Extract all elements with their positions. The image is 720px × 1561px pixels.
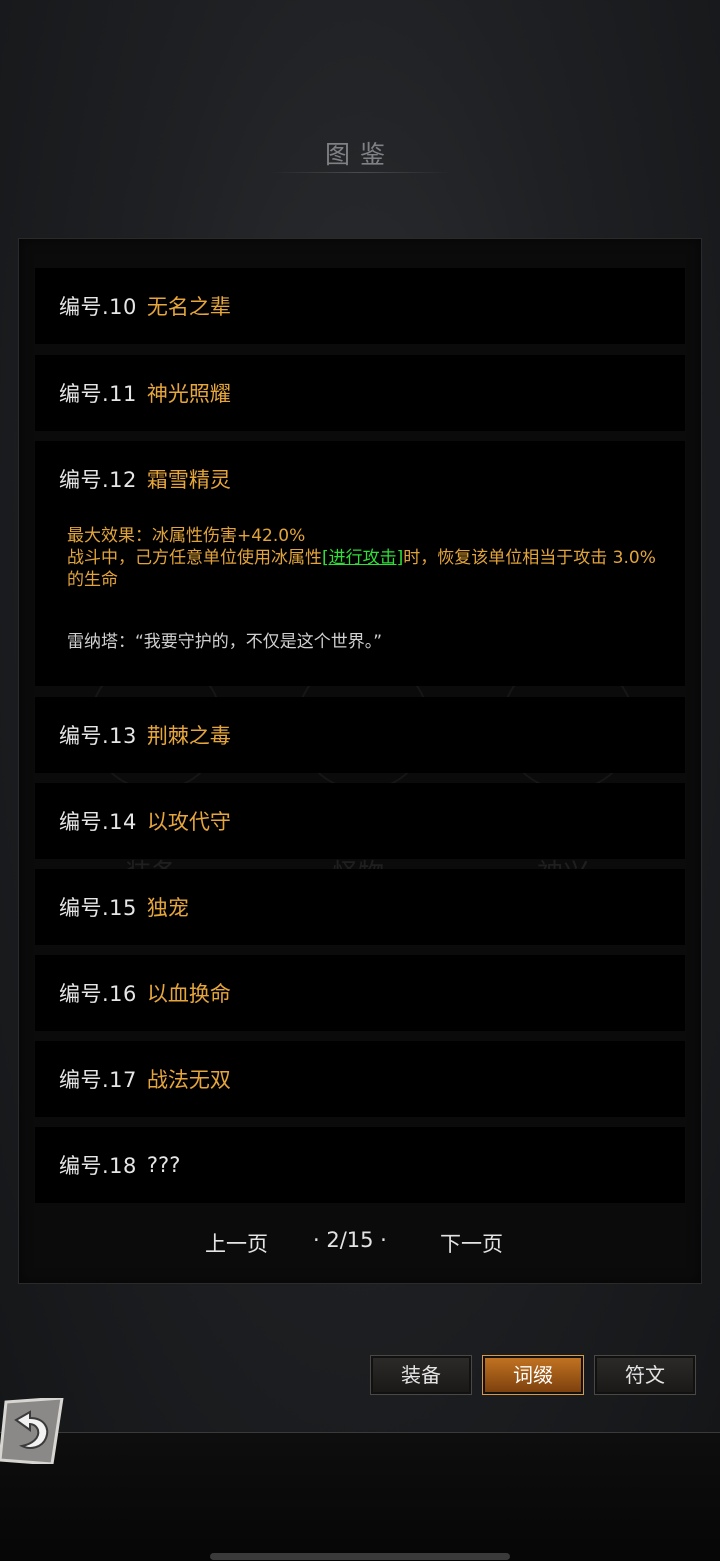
entry-name: 独宠 bbox=[146, 896, 189, 920]
back-arrow-icon bbox=[0, 1396, 64, 1466]
entry-detail: 最大效果：冰属性伤害+42.0% 战斗中，己方任意单位使用冰属性[进行攻击]时，… bbox=[67, 525, 667, 591]
entry-name: ??? bbox=[146, 1153, 181, 1177]
list-item[interactable]: 编号.14 以攻代守 bbox=[35, 783, 685, 859]
entry-name: 霜雪精灵 bbox=[146, 468, 231, 492]
entry-name: 无名之辈 bbox=[146, 295, 231, 319]
entry-name: 战法无双 bbox=[146, 1068, 231, 1092]
back-button[interactable] bbox=[0, 1396, 64, 1466]
tab-equipment[interactable]: 装备 bbox=[370, 1355, 472, 1395]
attack-link[interactable]: [进行攻击] bbox=[322, 548, 403, 568]
entry-name: 以攻代守 bbox=[146, 810, 231, 834]
list-item[interactable]: 编号.17 战法无双 bbox=[35, 1041, 685, 1117]
max-effect: 最大效果：冰属性伤害+42.0% bbox=[67, 526, 306, 546]
entry-number: 编号.10 bbox=[59, 295, 137, 319]
list-item[interactable]: 编号.13 荆棘之毒 bbox=[35, 697, 685, 773]
list-item[interactable]: 编号.10 无名之辈 bbox=[35, 268, 685, 344]
entry-number: 编号.16 bbox=[59, 982, 137, 1006]
title-divider bbox=[270, 172, 450, 173]
list-item[interactable]: 编号.11 神光照耀 bbox=[35, 355, 685, 431]
entry-number: 编号.17 bbox=[59, 1068, 137, 1092]
page-indicator: · 2/15 · bbox=[313, 1228, 387, 1252]
entry-number: 编号.18 bbox=[59, 1154, 137, 1178]
entry-name: 神光照耀 bbox=[146, 382, 231, 406]
character-quote: 雷纳塔：“我要守护的，不仅是这个世界。” bbox=[67, 632, 383, 652]
entry-number: 编号.11 bbox=[59, 382, 137, 406]
tab-affix[interactable]: 词缀 bbox=[482, 1355, 584, 1395]
entry-name: 荆棘之毒 bbox=[146, 724, 231, 748]
list-item[interactable]: 编号.15 独宠 bbox=[35, 869, 685, 945]
entry-number: 编号.15 bbox=[59, 896, 137, 920]
next-page-button[interactable]: 下一页 bbox=[440, 1228, 503, 1258]
entry-number: 编号.12 bbox=[59, 468, 137, 492]
entry-name: 以血换命 bbox=[146, 982, 231, 1006]
entry-number: 编号.13 bbox=[59, 724, 137, 748]
list-item[interactable]: 编号.18??? bbox=[35, 1127, 685, 1203]
list-item[interactable]: 编号.16 以血换命 bbox=[35, 955, 685, 1031]
page-title: 图鉴 bbox=[324, 140, 395, 169]
tab-rune[interactable]: 符文 bbox=[594, 1355, 696, 1395]
home-indicator bbox=[210, 1553, 510, 1560]
entry-number: 编号.14 bbox=[59, 810, 137, 834]
prev-page-button[interactable]: 上一页 bbox=[205, 1228, 268, 1258]
desc-before: 战斗中，己方任意单位使用冰属性 bbox=[67, 548, 322, 568]
bottom-strip bbox=[0, 1432, 720, 1561]
effect-description: 战斗中，己方任意单位使用冰属性[进行攻击]时，恢复该单位相当于攻击 3.0% 的… bbox=[67, 547, 667, 591]
list-item-expanded[interactable]: 编号.12 霜雪精灵 最大效果：冰属性伤害+42.0% 战斗中，己方任意单位使用冰… bbox=[35, 441, 685, 686]
pagination: 上一页 · 2/15 · 下一页 bbox=[0, 1228, 720, 1258]
